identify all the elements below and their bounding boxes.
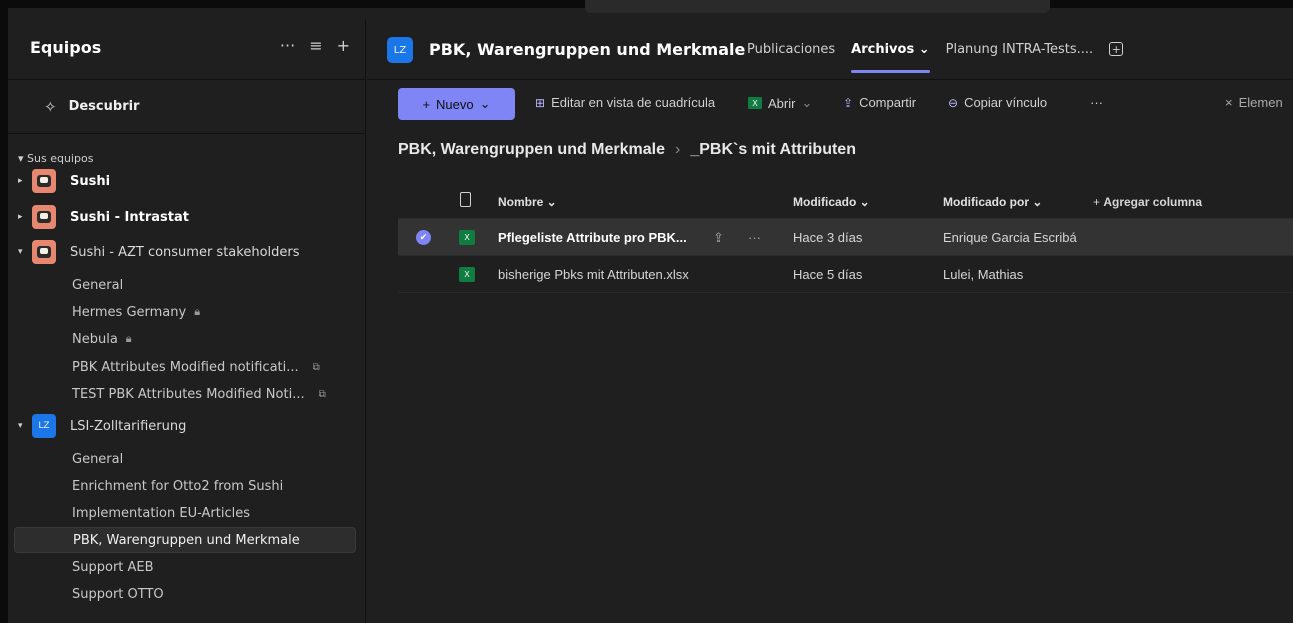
edit-grid-button[interactable]: ⊞ Editar en vista de cuadrícula: [535, 95, 715, 110]
sidebar-header: Equipos ··· ≡ +: [8, 20, 366, 80]
column-name[interactable]: Nombre ⌄: [498, 195, 557, 209]
discover-button[interactable]: ✧ Descubrir: [8, 80, 366, 134]
chevron-right-icon: ▸: [18, 176, 23, 186]
sidebar-title: Equipos: [30, 38, 102, 57]
column-modified[interactable]: Modificado ⌄: [793, 195, 870, 209]
clear-selection-button[interactable]: × Elemen: [1225, 95, 1283, 110]
checkmark-icon[interactable]: ✔: [416, 230, 431, 245]
channel-implementation-eu-articles[interactable]: Implementation EU-Articles: [14, 500, 356, 526]
channel-hermes-germany[interactable]: Hermes Germany 🔒︎: [14, 299, 356, 325]
open-button[interactable]: X Abrir ⌄: [748, 95, 812, 111]
excel-icon: X: [748, 97, 762, 109]
excel-file-icon: X: [459, 267, 475, 282]
plus-icon: +: [422, 96, 431, 112]
close-icon: ×: [1225, 95, 1233, 110]
file-modified-by: Enrique Garcia Escribá: [943, 230, 1077, 245]
channel-content: LZ PBK, Warengruppen und Merkmale Public…: [367, 20, 1293, 623]
link-icon: ⊖: [948, 95, 959, 110]
sidebar-actions: ··· ≡ +: [280, 36, 350, 55]
channel-support-otto[interactable]: Support OTTO: [14, 581, 356, 607]
sushi-avatar: [32, 240, 56, 264]
tab-publicaciones[interactable]: Publicaciones: [747, 42, 835, 57]
lock-icon: 🔒︎: [125, 332, 132, 345]
channel-test-pbk-attributes[interactable]: TEST PBK Attributes Modified Noti... ⧉: [14, 381, 356, 407]
chevron-down-icon: ⌄: [801, 95, 813, 110]
breadcrumb-root[interactable]: PBK, Warengruppen und Merkmale: [398, 141, 665, 159]
team-lsi-zolltarifierung[interactable]: ▾ LZ LSI-Zolltarifierung: [18, 411, 358, 441]
file-name[interactable]: Pflegeliste Attribute pro PBK...: [498, 230, 687, 245]
channel-tabs: Publicaciones Archivos ⌄ Planung INTRA-T…: [747, 42, 1124, 73]
file-type-icon: [460, 192, 471, 207]
section-your-teams[interactable]: ▾ Sus equipos: [18, 152, 93, 165]
breadcrumb: PBK, Warengruppen und Merkmale › _PBK`s …: [398, 141, 856, 159]
team-sushi[interactable]: ▸ Sushi: [18, 166, 358, 196]
team-name: Sushi: [70, 173, 111, 189]
excel-file-icon: X: [459, 230, 475, 245]
breadcrumb-current: _PBK`s mit Attributen: [690, 141, 856, 158]
add-tab-icon[interactable]: +: [1109, 42, 1124, 56]
more-options-icon[interactable]: ···: [748, 230, 761, 245]
files-toolbar: + Nuevo ⌄ ⊞ Editar en vista de cuadrícul…: [367, 80, 1293, 128]
channel-general[interactable]: General: [14, 446, 356, 472]
sushi-avatar: [32, 205, 56, 229]
share-icon[interactable]: ⇪: [713, 230, 724, 246]
table-row[interactable]: X bisherige Pbks mit Attributen.xlsx Hac…: [398, 256, 1293, 293]
files-table: Nombre ⌄ Modificado ⌄ Modificado por ⌄ +…: [398, 183, 1293, 293]
file-modified: Hace 3 días: [793, 230, 863, 245]
channel-avatar: LZ: [387, 37, 413, 63]
add-column-button[interactable]: + Agregar columna: [1093, 195, 1202, 209]
channel-general[interactable]: General: [14, 272, 356, 298]
grid-icon: ⊞: [535, 95, 546, 110]
sparkle-icon: ✧: [44, 97, 57, 116]
new-button[interactable]: + Nuevo ⌄: [398, 88, 515, 120]
channel-header: LZ PBK, Warengruppen und Merkmale Public…: [367, 20, 1293, 80]
team-name: LSI-Zolltarifierung: [70, 418, 187, 434]
title-bar-search-area[interactable]: [585, 0, 1050, 13]
tab-planung-intra-tests[interactable]: Planung INTRA-Tests....: [946, 42, 1094, 57]
breadcrumb-separator: ›: [675, 141, 681, 158]
team-name: Sushi - AZT consumer stakeholders: [70, 244, 300, 260]
team-sushi-azt[interactable]: ▾ Sushi - AZT consumer stakeholders: [18, 237, 358, 267]
file-modified-by: Lulei, Mathias: [943, 267, 1024, 282]
chevron-down-icon: ⌄: [479, 96, 491, 111]
column-modified-by[interactable]: Modificado por ⌄: [943, 195, 1042, 209]
table-header: Nombre ⌄ Modificado ⌄ Modificado por ⌄ +…: [398, 183, 1293, 219]
shared-channel-icon: ⧉: [312, 361, 320, 373]
table-row[interactable]: ✔ X Pflegeliste Attribute pro PBK... ⇪ ·…: [398, 219, 1293, 256]
file-modified: Hace 5 días: [793, 267, 863, 282]
chevron-down-icon: ▾: [18, 421, 23, 431]
more-options-icon[interactable]: ···: [280, 36, 295, 55]
lock-icon: 🔒︎: [194, 305, 201, 318]
add-icon[interactable]: +: [337, 36, 350, 55]
chevron-right-icon: ▸: [18, 212, 23, 222]
file-name[interactable]: bisherige Pbks mit Attributen.xlsx: [498, 267, 689, 282]
more-actions-icon[interactable]: ···: [1090, 95, 1103, 110]
shared-channel-icon: ⧉: [318, 388, 326, 400]
lz-avatar: LZ: [32, 414, 56, 438]
team-sushi-intrastat[interactable]: ▸ Sushi - Intrastat: [18, 202, 358, 232]
share-icon: ⇪: [843, 95, 854, 110]
chevron-down-icon: ▾: [18, 247, 23, 257]
sushi-avatar: [32, 169, 56, 193]
share-button[interactable]: ⇪ Compartir: [843, 95, 916, 110]
discover-label: Descubrir: [68, 99, 140, 114]
channel-enrichment-otto2[interactable]: Enrichment for Otto2 from Sushi: [14, 473, 356, 499]
channel-title: PBK, Warengruppen und Merkmale: [429, 40, 746, 59]
channel-support-aeb[interactable]: Support AEB: [14, 554, 356, 580]
channel-pbk-attributes[interactable]: PBK Attributes Modified notificati... ⧉: [14, 354, 356, 380]
team-name: Sushi - Intrastat: [70, 209, 189, 225]
channel-nebula[interactable]: Nebula 🔒︎: [14, 326, 356, 352]
channel-pbk-warengruppen[interactable]: PBK, Warengruppen und Merkmale: [14, 527, 356, 553]
teams-sidebar: Equipos ··· ≡ + ✧ Descubrir ▾ Sus equipo…: [8, 20, 366, 623]
copy-link-button[interactable]: ⊖ Copiar vínculo: [948, 95, 1047, 110]
filter-icon[interactable]: ≡: [309, 36, 322, 55]
tab-archivos[interactable]: Archivos ⌄: [851, 42, 931, 73]
